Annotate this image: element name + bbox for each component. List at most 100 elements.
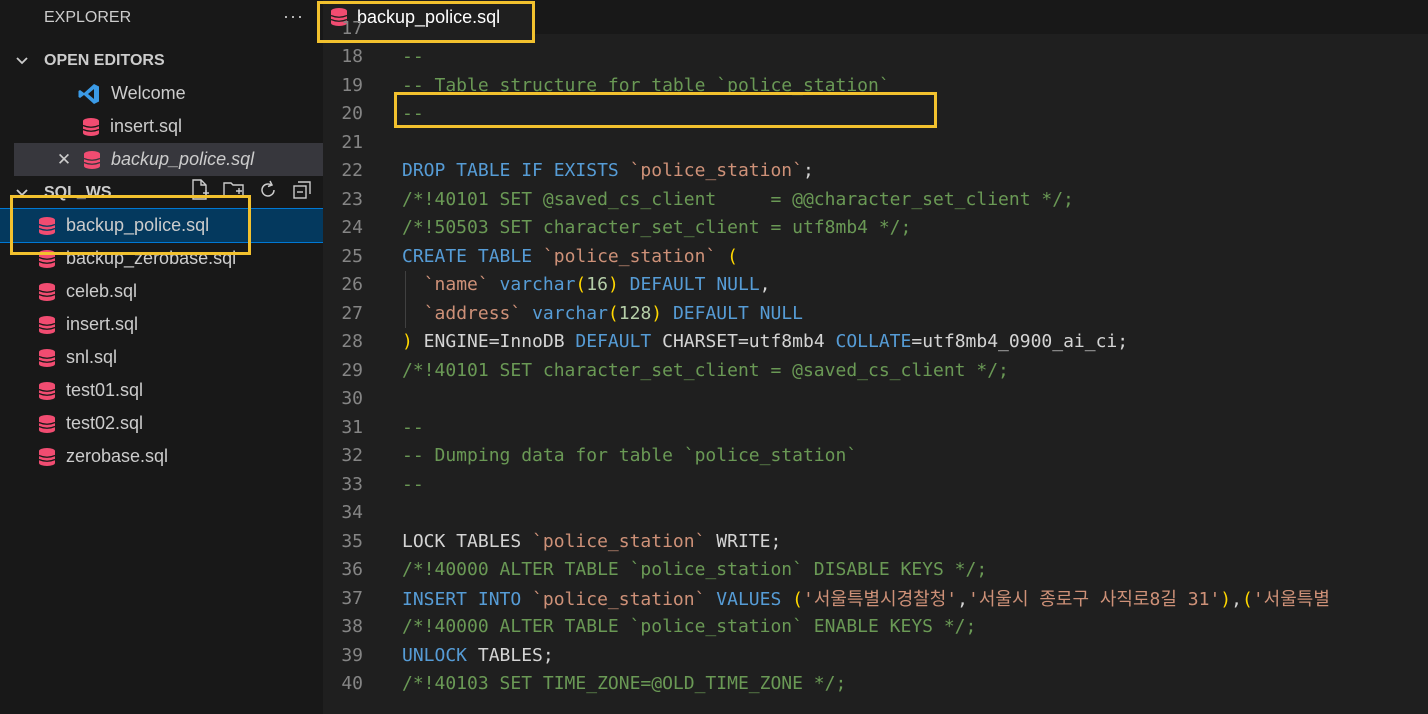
code-token: /*!50503 SET character_set_client = utf8… [402,217,912,239]
open-editor-label: insert.sql [110,116,183,136]
code-text: -- [402,474,424,495]
code-token: `police_station` [532,530,717,552]
code-token: `police_station` [629,160,803,182]
code-text: /*!40101 SET @saved_cs_client = @@charac… [402,189,1074,210]
code-line: 28) ENGINE=InnoDB DEFAULT CHARSET=utf8mb… [323,328,1428,357]
file-label: test02.sql [66,413,144,433]
code-text: CREATE TABLE `police_station` ( [402,246,738,267]
file-item[interactable]: snl.sql [0,341,323,374]
code-token: /*!40101 SET character_set_client = @sav… [402,359,1009,381]
code-token: `name` [423,274,500,296]
code-token: , [759,274,771,296]
collapse-all-icon[interactable] [290,178,314,202]
code-token: ) [402,331,413,353]
line-number: 34 [341,502,363,524]
new-folder-icon[interactable] [222,178,246,202]
code-text: -- [402,46,424,67]
open-editor-welcome[interactable]: Welcome [0,77,323,110]
file-item[interactable]: zerobase.sql [0,440,323,473]
database-icon [82,150,102,170]
code-token: ( [792,589,803,611]
code-token: CHARSET=utf8mb4 [651,331,836,353]
indent-guide [405,270,406,328]
code-token: /*!40000 ALTER TABLE `police_station` DI… [402,559,988,581]
close-icon[interactable]: ✕ [52,150,76,170]
more-actions-icon[interactable]: ··· [283,6,304,27]
line-number: 37 [341,587,363,609]
code-text: `address` varchar(128) DEFAULT NULL [402,303,803,324]
code-token: `police_station` [532,589,717,611]
code-line: 32 -- Dumping data for table `police_stat… [323,442,1428,471]
file-item[interactable]: insert.sql [0,308,323,341]
code-text: `name` varchar(16) DEFAULT NULL, [402,274,771,295]
open-editor-insert[interactable]: insert.sql [0,110,323,143]
code-token: /*!40101 SET @saved_cs_client = @@charac… [402,188,1074,210]
line-number: 22 [341,160,363,182]
database-icon [81,117,101,137]
code-token: ENGINE=InnoDB [412,331,576,353]
code-text: ) ENGINE=InnoDB DEFAULT CHARSET=utf8mb4 … [402,331,1128,352]
code-token: ( [727,245,738,267]
line-number: 39 [341,644,363,666]
line-number: 20 [341,103,363,125]
file-item[interactable]: test02.sql [0,407,323,440]
code-line: 26 `name` varchar(16) DEFAULT NULL, [323,271,1428,300]
open-editors-header[interactable]: OPEN EDITORS [0,46,323,76]
code-line: 31 -- [323,413,1428,442]
code-line: 27 `address` varchar(128) DEFAULT NULL [323,299,1428,328]
new-file-icon[interactable] [188,178,212,202]
database-icon [37,315,57,335]
workspace-toolbar [188,178,314,202]
line-number: 19 [341,74,363,96]
code-line: 35 LOCK TABLES `police_station` WRITE; [323,527,1428,556]
code-line: 22 DROP TABLE IF EXISTS `police_station`; [323,157,1428,186]
code-text: -- [402,417,424,438]
code-token: ) [607,274,619,296]
file-item[interactable]: backup_police.sql [0,208,324,243]
file-label: insert.sql [66,314,139,334]
line-number: 24 [341,217,363,239]
code-token: -- [402,416,424,438]
code-token: =utf8mb4_0900_ai_ci; [911,331,1129,353]
file-item[interactable]: celeb.sql [0,275,323,308]
code-text: UNLOCK TABLES; [402,645,554,666]
open-editor-label: Welcome [111,83,186,103]
open-editor-label: backup_police.sql [111,149,255,169]
code-token: DEFAULT [575,331,652,353]
chevron-down-icon [0,186,44,200]
code-token: COLLATE [835,331,912,353]
database-icon [37,249,57,269]
code-text: -- [402,103,424,124]
code-token: ( [1241,589,1253,611]
code-token: , [957,589,968,611]
code-token: 16 [586,274,608,296]
file-item[interactable]: test01.sql [0,374,323,407]
code-token: -- [402,473,424,495]
file-label: backup_police.sql [66,215,210,235]
code-token: '서울특별 [1252,589,1330,611]
code-token: -- Dumping data for table `police_statio… [402,445,858,467]
open-editors-label: OPEN EDITORS [44,52,165,69]
code-token: ) [1220,589,1232,611]
file-item[interactable]: backup_zerobase.sql [0,242,323,275]
database-icon [37,447,57,467]
code-line: 23 /*!40101 SET @saved_cs_client = @@char… [323,185,1428,214]
code-token: '서울시 종로구 사직로8길 31' [967,589,1221,611]
code-line: 25 CREATE TABLE `police_station` ( [323,242,1428,271]
explorer-title: EXPLORER [44,9,132,26]
code-line: 36 /*!40000 ALTER TABLE `police_station` … [323,556,1428,585]
code-line: 21 [323,128,1428,157]
line-number: 32 [341,445,363,467]
code-token: VALUES [716,589,793,611]
editor[interactable]: backup_police.sql 17 18 -- 19 -- Table struc… [323,0,1428,714]
database-icon [37,348,57,368]
file-label: backup_zerobase.sql [66,248,237,268]
code-line: 34 [323,499,1428,528]
database-icon [37,414,57,434]
code-text: -- Table structure for table `police_sta… [402,75,890,96]
code-token: CREATE TABLE [402,245,543,267]
refresh-icon[interactable] [256,178,280,202]
code-line: 18 -- [323,43,1428,72]
code-token: DROP TABLE IF EXISTS [402,160,630,182]
open-editor-backup-police[interactable]: ✕ backup_police.sql [14,143,323,176]
